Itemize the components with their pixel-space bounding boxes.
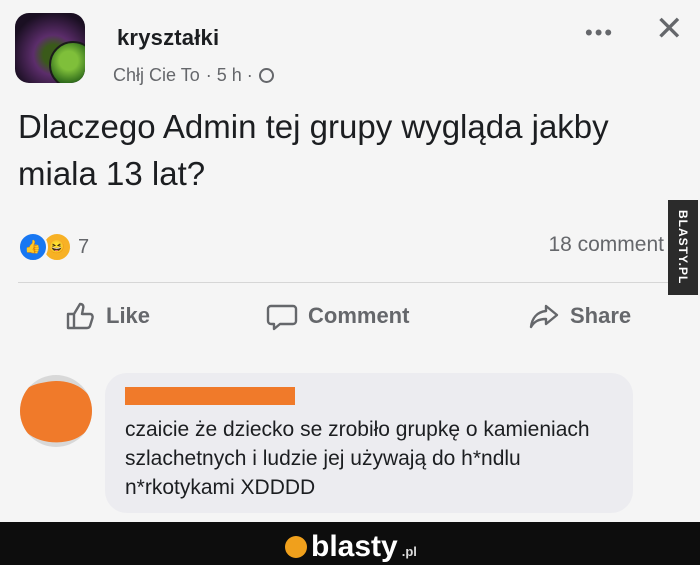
commenter-avatar[interactable] <box>20 375 92 447</box>
post-group-name[interactable]: Chłj Cie To <box>113 65 200 86</box>
commenter-name-redaction <box>125 387 295 405</box>
share-icon <box>529 304 559 329</box>
footer-watermark-bar: blasty .pl <box>0 522 700 565</box>
divider <box>18 282 682 283</box>
comments-count-link[interactable]: 18 comment <box>514 233 664 257</box>
share-button[interactable]: Share <box>528 300 631 332</box>
post-card: kryształki Chłj Cie To · 5 h · ••• ✕ Dla… <box>0 0 700 522</box>
avatar-redaction <box>20 375 92 447</box>
comment-text: czaicie że dziecko se zrobiło grupkę o k… <box>125 418 590 499</box>
brand-tld: .pl <box>401 544 417 559</box>
like-label: Like <box>106 303 151 328</box>
side-watermark: BLASTY.PL <box>668 200 698 295</box>
globe-icon <box>258 68 274 83</box>
comment-item: czaicie że dziecko se zrobiło grupkę o k… <box>0 365 700 522</box>
post-actions-bar: Like Comment Share <box>0 300 700 344</box>
blasty-logo-icon <box>285 536 307 558</box>
post-text: Dlaczego Admin tej grupy wygląda jakby m… <box>18 108 609 192</box>
post-meta: Chłj Cie To · 5 h · <box>113 65 274 86</box>
thumbs-up-icon <box>66 302 94 330</box>
more-options-icon[interactable]: ••• <box>585 20 614 46</box>
like-button[interactable]: Like <box>64 300 150 332</box>
group-avatar[interactable] <box>15 13 85 83</box>
reactions-summary[interactable]: 👍 😆 7 <box>18 232 89 262</box>
brand-name: blasty <box>311 530 398 563</box>
blasty-logo: blasty .pl <box>285 530 417 564</box>
comment-label: Comment <box>308 303 410 328</box>
share-label: Share <box>570 303 632 328</box>
reaction-count: 7 <box>78 235 90 258</box>
like-reaction-icon: 👍 <box>18 232 48 262</box>
comment-bubble: czaicie że dziecko se zrobiło grupkę o k… <box>105 373 633 513</box>
close-icon[interactable]: ✕ <box>655 12 684 46</box>
comment-icon <box>266 304 298 331</box>
comment-button[interactable]: Comment <box>266 300 409 332</box>
author-avatar[interactable] <box>49 41 85 83</box>
post-time[interactable]: · 5 h · <box>206 65 253 86</box>
post-author-name[interactable]: kryształki <box>117 25 219 51</box>
